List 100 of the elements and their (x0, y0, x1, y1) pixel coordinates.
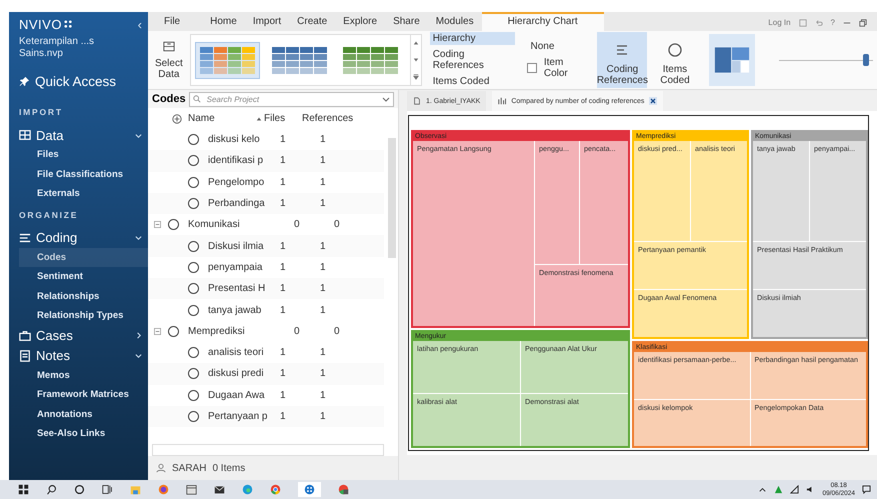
mail-icon[interactable] (214, 484, 225, 495)
ribbon-tab[interactable]: Modules (428, 12, 482, 31)
node-icon (188, 240, 199, 252)
expand-gallery-icon[interactable] (412, 74, 419, 80)
nav-item[interactable]: Externals (19, 184, 148, 204)
chevron-icon[interactable] (135, 332, 142, 339)
search-icon[interactable] (46, 484, 57, 495)
layout-thumbnail[interactable] (708, 34, 756, 86)
item-color-checkbox[interactable] (527, 63, 537, 73)
chevron-icon[interactable] (135, 132, 142, 138)
collapse-icon[interactable] (154, 221, 161, 228)
column-header[interactable]: References (302, 113, 352, 124)
dropdown-icon[interactable] (382, 95, 390, 103)
nav-item[interactable]: Relationship Types (19, 306, 148, 326)
network-icon[interactable] (790, 485, 800, 494)
ribbon-tab[interactable]: Home (202, 12, 245, 31)
table-cell-text: 0 (294, 326, 301, 337)
none-option[interactable]: None (527, 40, 590, 53)
chart-type-option[interactable]: Items Coded (430, 75, 516, 88)
search-icon (192, 95, 201, 103)
size-by-button[interactable]: Coding References (597, 32, 648, 88)
nav-item[interactable]: Memos (19, 366, 148, 385)
chevron-icon[interactable] (135, 352, 142, 359)
nav-item[interactable]: Files (19, 145, 148, 164)
zoom-slider[interactable] (779, 54, 873, 66)
table-cell-text: 1 (280, 176, 287, 188)
slider-thumb[interactable] (862, 54, 868, 66)
select-data-button[interactable]: Select Data (152, 40, 186, 80)
chart-icon (498, 97, 506, 105)
code-name[interactable]: penyampaia (208, 262, 280, 273)
nav-group[interactable]: Data (19, 125, 148, 145)
ribbon-tab[interactable]: File (156, 12, 188, 31)
table-cell-text: 1 (320, 155, 327, 166)
nav-group[interactable]: Cases (19, 326, 148, 346)
collapse-button[interactable]: ‹ (138, 17, 142, 32)
ribbon-tab[interactable]: Create (289, 12, 336, 31)
code-name[interactable]: Pengelompo (208, 176, 280, 188)
chevron-icon[interactable] (135, 234, 142, 241)
chevron-icon[interactable] (758, 485, 768, 494)
column-header[interactable]: Files (264, 113, 302, 124)
column-header[interactable]: Name (188, 113, 254, 124)
code-name[interactable]: Komunikasi (188, 219, 294, 230)
code-name[interactable]: analisis teori (208, 347, 280, 358)
scroll-down-icon[interactable] (412, 56, 419, 63)
start-icon[interactable] (18, 484, 29, 495)
search-field[interactable]: Search Project (188, 92, 394, 106)
code-name[interactable]: Pertanyaan p (208, 411, 280, 422)
collapse-icon[interactable] (154, 328, 161, 335)
nav-item[interactable]: Sentiment (19, 267, 148, 286)
code-name[interactable]: Dugaan Awa (208, 390, 280, 401)
code-name[interactable]: Memprediksi (188, 326, 294, 337)
login-link[interactable]: Log In (768, 18, 791, 27)
ribbon-tab[interactable]: Share (385, 12, 428, 31)
node-icon (188, 368, 199, 380)
table-cell-text: 1 (320, 283, 327, 294)
task-view-icon[interactable] (102, 484, 113, 495)
code-name[interactable]: identifikasi p (208, 155, 280, 166)
nav-item[interactable]: Codes (19, 248, 148, 267)
size-by-button[interactable]: Items Coded (651, 32, 699, 88)
close-icon[interactable] (649, 97, 658, 105)
scroll-up-icon[interactable] (412, 40, 419, 46)
nav-item[interactable]: Framework Matrices (19, 385, 148, 404)
search-field[interactable]: Search Project (200, 94, 382, 104)
ribbon-tab[interactable]: Hierarchy Chart (482, 12, 604, 31)
node-icon (188, 134, 199, 146)
add-icon[interactable] (172, 114, 182, 124)
app-icon[interactable] (298, 482, 321, 497)
code-name[interactable]: tanya jawab (208, 304, 280, 316)
circle-icon[interactable] (74, 484, 85, 495)
code-name[interactable]: Perbandinga (208, 198, 280, 210)
nav-item[interactable]: Relationships (19, 286, 148, 306)
palette-swatch[interactable] (194, 42, 260, 78)
ribbon-tab[interactable]: Explore (335, 12, 386, 31)
calendar-icon[interactable] (186, 484, 197, 495)
checkbox-label: Item Color (542, 56, 569, 80)
code-name[interactable]: Presentasi H (208, 283, 280, 294)
chart-type-option[interactable]: Coding References (430, 48, 516, 72)
code-name[interactable]: diskusi predi (208, 368, 280, 380)
browser-icon[interactable] (158, 484, 169, 495)
nav-item[interactable]: Annotations (19, 404, 148, 424)
code-name[interactable]: diskusi kelo (208, 134, 280, 146)
nav-item[interactable]: File Classifications (19, 164, 148, 184)
table-cell-text: 1 (280, 134, 287, 146)
scrollbar[interactable] (388, 138, 396, 258)
notification-icon[interactable] (862, 485, 871, 494)
scrollbar[interactable] (152, 444, 384, 456)
triangle-icon[interactable] (774, 485, 784, 494)
chart-type-option[interactable]: Hierarchy (430, 32, 516, 45)
code-name[interactable]: Diskusi ilmia (208, 240, 280, 252)
nav-group[interactable]: Notes (19, 346, 148, 366)
nav-group[interactable]: Coding (19, 228, 148, 248)
table-icon (19, 129, 31, 141)
restore-icon[interactable] (859, 18, 867, 26)
table-cell-text: 1 (280, 155, 287, 166)
ribbon-tab[interactable]: Import (244, 12, 290, 31)
quick-access-link[interactable]: Quick Access (19, 74, 148, 89)
node-icon (188, 176, 199, 188)
nav-item[interactable]: See-Also Links (19, 424, 148, 444)
folder-icon[interactable] (130, 484, 141, 495)
help-button[interactable]: ? (830, 18, 835, 27)
